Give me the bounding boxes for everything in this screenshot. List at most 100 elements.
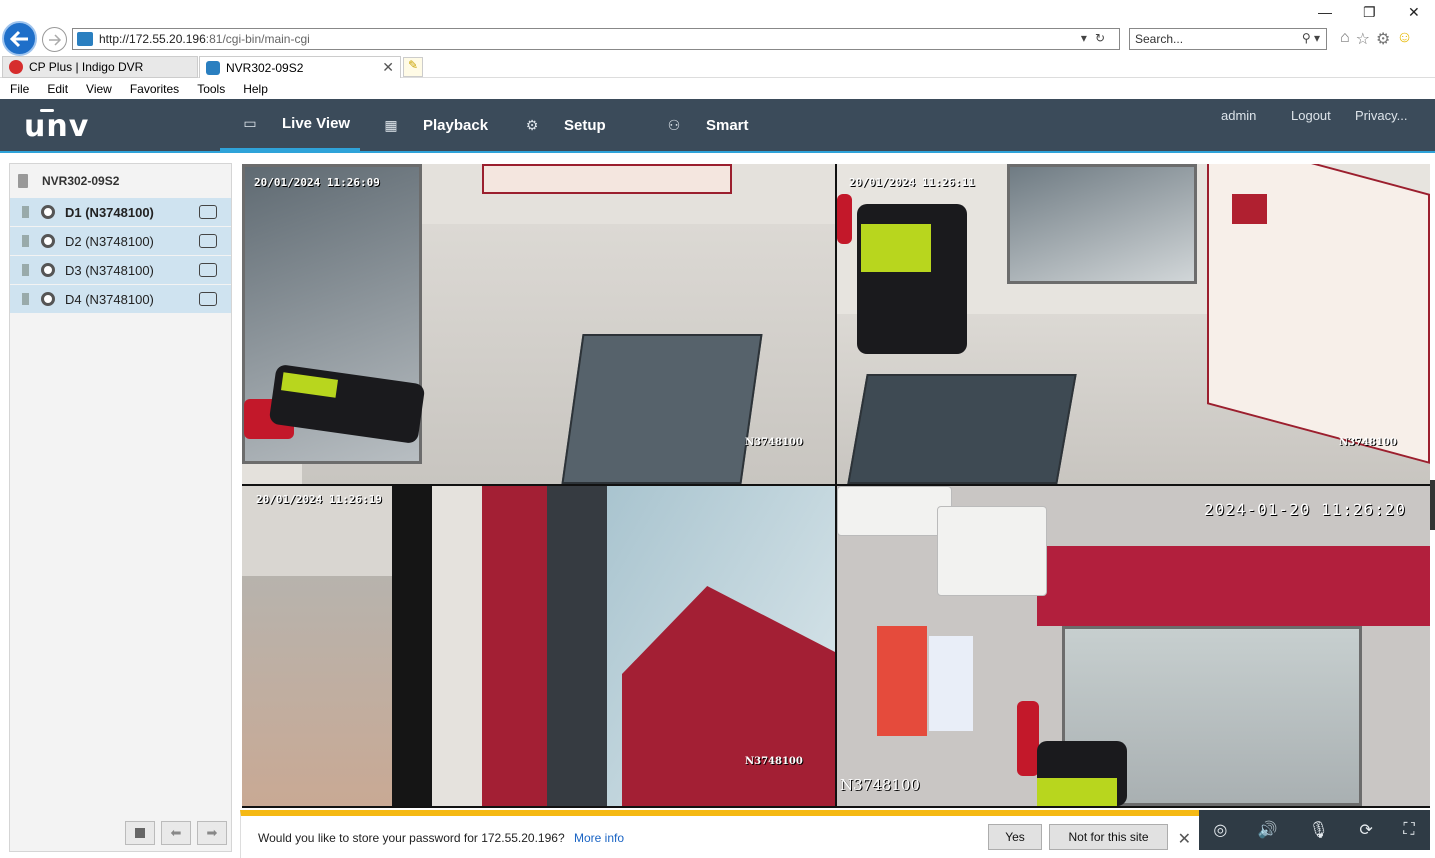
- video-tile-d3[interactable]: 20/01/2024 11:26:19 N3748100: [242, 486, 835, 806]
- smiley-icon[interactable]: ☺: [1396, 29, 1412, 49]
- minimize-button[interactable]: —: [1318, 4, 1332, 20]
- channel-d4[interactable]: D4 (N3748100): [10, 285, 231, 313]
- channel-d3[interactable]: D3 (N3748100): [10, 256, 231, 284]
- nav-playback[interactable]: ▦ Playback: [383, 99, 488, 151]
- record-camera-icon[interactable]: [199, 234, 217, 248]
- record-camera-icon[interactable]: [199, 205, 217, 219]
- drag-handle-icon[interactable]: [22, 235, 29, 247]
- film-icon: ▦: [384, 116, 398, 133]
- video-tile-d2[interactable]: 20/01/2024 11:26:11 N3748100: [837, 164, 1430, 484]
- arrow-left-icon: [9, 30, 28, 47]
- star-icon[interactable]: ☆: [1356, 29, 1370, 49]
- menu-bar: File Edit View Favorites Tools Help: [0, 78, 1435, 99]
- not-for-site-button[interactable]: Not for this site: [1049, 824, 1168, 850]
- speaker-icon[interactable]: 🔊: [1258, 820, 1278, 840]
- menu-view[interactable]: View: [76, 82, 120, 96]
- tab-nvr[interactable]: NVR302-09S2 ✕: [199, 56, 401, 78]
- camera-label: N3748100: [745, 437, 803, 448]
- search-box[interactable]: Search... ⚲ ▾: [1129, 28, 1327, 50]
- menu-tools[interactable]: Tools: [187, 82, 233, 96]
- unv-logo: unv: [24, 109, 90, 144]
- site-favicon-icon: [77, 32, 93, 46]
- nav-setup[interactable]: ⚙ Setup: [524, 99, 606, 151]
- menu-edit[interactable]: Edit: [37, 82, 76, 96]
- channel-d2[interactable]: D2 (N3748100): [10, 227, 231, 255]
- forward-button[interactable]: [42, 27, 67, 52]
- fisheye-icon[interactable]: ◎: [1213, 820, 1227, 840]
- close-icon[interactable]: ✕: [1178, 829, 1191, 849]
- restore-button[interactable]: ❐: [1363, 4, 1376, 21]
- camera-label: N3748100: [745, 756, 803, 767]
- device-root[interactable]: NVR302-09S2: [10, 164, 231, 198]
- tab-cp-plus[interactable]: CP Plus | Indigo DVR: [2, 56, 198, 78]
- stop-icon: [135, 828, 145, 838]
- tab-label: NVR302-09S2: [226, 60, 304, 75]
- nav-live-view[interactable]: ▭ Live View: [220, 99, 360, 151]
- password-prompt: Would you like to store your password fo…: [258, 831, 565, 845]
- nav-label: Playback: [423, 116, 489, 134]
- device-root-label: NVR302-09S2: [42, 174, 120, 188]
- logout-link[interactable]: Logout: [1291, 108, 1331, 123]
- channel-label: D2 (N3748100): [65, 233, 154, 249]
- camera-icon: [41, 234, 55, 248]
- arrow-right-icon: ➡: [206, 825, 218, 840]
- search-icon[interactable]: ⚲ ▾: [1302, 31, 1320, 45]
- privacy-link[interactable]: Privacy...: [1355, 108, 1408, 123]
- close-tab-icon[interactable]: ✕: [382, 59, 394, 76]
- menu-help[interactable]: Help: [233, 82, 276, 96]
- monitor-icon: ▭: [243, 115, 257, 131]
- video-tile-d4[interactable]: 2024-01-20 11:26:20 N3748100: [837, 486, 1430, 806]
- back-button[interactable]: [2, 21, 37, 56]
- camera-icon: [41, 205, 55, 219]
- prev-page-button[interactable]: ⬅: [161, 821, 191, 845]
- header-accent-line: [0, 151, 1435, 153]
- cp-plus-icon: [9, 60, 23, 74]
- camera-timestamp: 20/01/2024 11:26:19: [256, 493, 382, 506]
- microphone-icon[interactable]: 🎙: [1308, 820, 1328, 840]
- gear-icon: ⚙: [525, 116, 539, 133]
- fullscreen-icon[interactable]: ⛶: [1403, 821, 1414, 839]
- search-placeholder: Search...: [1135, 32, 1184, 46]
- live-video-grid: 20/01/2024 11:26:09 N3748100 20/01/2024 …: [242, 164, 1430, 808]
- camera-timestamp: 20/01/2024 11:26:11: [849, 176, 975, 189]
- address-controls[interactable]: ▾↻: [1081, 31, 1113, 45]
- channel-label: D1 (N3748100): [65, 204, 154, 220]
- drag-handle-icon[interactable]: [22, 264, 29, 276]
- channel-d1[interactable]: D1 (N3748100): [10, 198, 231, 226]
- device-tree-panel: NVR302-09S2 D1 (N3748100) D2 (N3748100) …: [9, 163, 232, 852]
- yes-button[interactable]: Yes: [988, 824, 1042, 850]
- drag-handle-icon[interactable]: [22, 206, 29, 218]
- nav-smart[interactable]: ⚇ Smart: [666, 99, 749, 151]
- drag-handle-icon[interactable]: [22, 293, 29, 305]
- camera-timestamp: 20/01/2024 11:26:09: [254, 176, 380, 189]
- nav-label: Live View: [282, 115, 351, 132]
- address-url: http://172.55.20.196:81/cgi-bin/main-cgi: [99, 32, 310, 46]
- camera-timestamp: 2024-01-20 11:26:20: [1204, 500, 1407, 519]
- nav-label: Smart: [706, 116, 749, 134]
- camera-icon: [41, 292, 55, 306]
- record-camera-icon[interactable]: [199, 292, 217, 306]
- 3d-zoom-icon[interactable]: ⟳: [1359, 820, 1372, 840]
- stop-all-button[interactable]: [125, 821, 155, 845]
- new-tab-button[interactable]: ✎: [403, 57, 423, 77]
- menu-file[interactable]: File: [0, 82, 37, 96]
- gear-icon[interactable]: ⚙: [1376, 29, 1390, 49]
- camera-label: N3748100: [840, 776, 920, 794]
- video-tile-d1[interactable]: 20/01/2024 11:26:09 N3748100: [242, 164, 835, 484]
- record-camera-icon[interactable]: [199, 263, 217, 277]
- close-window-button[interactable]: ✕: [1408, 4, 1420, 21]
- tab-label: CP Plus | Indigo DVR: [29, 60, 144, 74]
- menu-favorites[interactable]: Favorites: [120, 82, 187, 96]
- more-info-link[interactable]: More info: [574, 831, 624, 845]
- next-page-button[interactable]: ➡: [197, 821, 227, 845]
- panel-collapse-handle[interactable]: [1430, 480, 1435, 530]
- address-bar[interactable]: http://172.55.20.196:81/cgi-bin/main-cgi…: [72, 28, 1120, 50]
- video-toolbar: ◎ 🔊 🎙 ⟳ ⛶: [1198, 810, 1430, 850]
- channel-label: D4 (N3748100): [65, 291, 154, 307]
- home-icon[interactable]: ⌂: [1340, 29, 1350, 49]
- nav-label: Setup: [564, 116, 606, 134]
- password-save-bar: Would you like to store your password fo…: [240, 810, 1199, 858]
- arrow-left-icon: ⬅: [170, 825, 182, 840]
- arrow-right-icon: [48, 33, 61, 46]
- channel-label: D3 (N3748100): [65, 262, 154, 278]
